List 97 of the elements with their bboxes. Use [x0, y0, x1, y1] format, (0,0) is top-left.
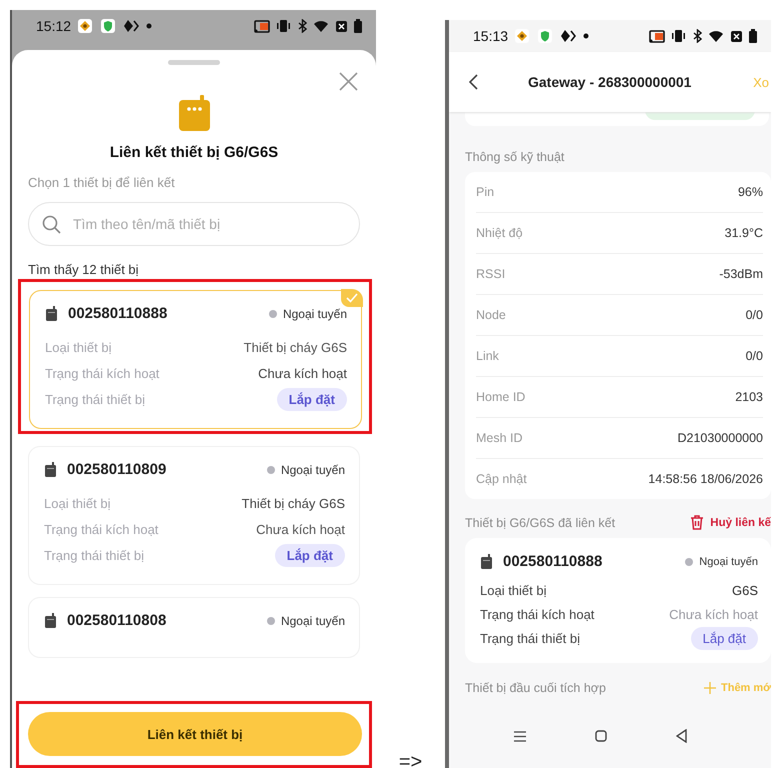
- wifi-icon: [708, 29, 724, 43]
- sim-icon: [335, 19, 348, 33]
- field-label: Trạng thái kích hoạt: [44, 522, 158, 536]
- back-icon[interactable]: [469, 74, 478, 90]
- device-card[interactable]: 002580110809 Ngoại tuyến Loại thiết bị Thiết bị cháy G6S Trạng thái kích hoạt Chưa kích hoạt Trạng thái thiết bị Lắp đặt: [28, 446, 360, 585]
- device-status: Ngoại tuyến: [280, 614, 345, 628]
- spec-value: 96%: [738, 185, 763, 199]
- trash-icon: [690, 515, 704, 530]
- section-title: Thiết bị G6/G6S đã liên kết: [465, 516, 616, 530]
- spec-label: Mesh ID: [476, 431, 523, 445]
- instruction-text: Chọn 1 thiết bị để liên kết: [28, 175, 175, 190]
- spec-label: Cập nhật: [476, 472, 527, 486]
- field-value: Thiết bị cháy G6S: [244, 340, 347, 354]
- plus-icon: [704, 682, 716, 694]
- status-dot-icon: [685, 558, 694, 566]
- battery-icon: [749, 29, 757, 43]
- link-device-button[interactable]: Liên kết thiết bị: [28, 712, 362, 756]
- spec-value: -53dBm: [719, 267, 763, 281]
- dot-icon: [146, 23, 152, 29]
- device-code: 002580110888: [503, 553, 602, 570]
- device-code: 002580110808: [67, 612, 166, 629]
- device-status: Ngoại tuyến: [280, 462, 345, 476]
- device-icon: [178, 95, 210, 132]
- spec-label: Link: [476, 349, 499, 363]
- status-dot-icon: [266, 616, 275, 624]
- screen-title: Gateway - 268300000001: [528, 74, 692, 90]
- check-mark-icon: [346, 293, 358, 303]
- search-icon: [42, 215, 61, 234]
- spec-label: Node: [476, 308, 506, 322]
- spec-label: Pin: [476, 185, 494, 199]
- field-value: Chưa kích hoạt: [258, 366, 347, 380]
- unlink-button[interactable]: Huỷ liên kế: [690, 515, 771, 530]
- spec-label: Home ID: [476, 390, 526, 404]
- drag-handle[interactable]: [168, 60, 220, 65]
- result-count: Tìm thấy 12 thiết bị: [28, 262, 139, 277]
- spec-value: 0/0: [746, 308, 763, 322]
- field-label: Trạng thái kích hoạt: [480, 606, 594, 622]
- spec-value: 2103: [735, 390, 763, 404]
- vibrate-icon: [671, 29, 686, 43]
- vibrate-icon: [276, 19, 291, 33]
- search-field[interactable]: Tìm theo tên/mã thiết bị: [28, 202, 360, 246]
- spec-value: 31.9°C: [724, 226, 763, 240]
- app-icon: [514, 28, 530, 44]
- device-icon: [480, 554, 493, 569]
- spec-value: 0/0: [746, 349, 763, 363]
- wifi-icon: [313, 19, 329, 33]
- spec-value: 14:58:56 18/06/2026: [648, 472, 763, 486]
- status-time: 15:12: [36, 18, 72, 34]
- dot-icon: [583, 33, 590, 39]
- spec-value: D21030000000: [678, 431, 763, 445]
- device-status: Ngoại tuyến: [699, 556, 758, 568]
- device-card[interactable]: 002580110888 Ngoại tuyến Loại thiết bị Thiết bị cháy G6S Trạng thái kích hoạt Chưa kích hoạt Trạng thái thiết bị Lắp đặt: [29, 290, 362, 429]
- device-icon: [45, 306, 58, 321]
- section-title: Thiết bị đầu cuối tích hợp: [465, 681, 606, 695]
- battery-icon: [354, 19, 362, 33]
- diamond-icon: [123, 18, 140, 34]
- status-badge: Lắp đặt: [276, 388, 347, 410]
- field-label: Loại thiết bị: [45, 340, 112, 354]
- diamond-icon: [560, 28, 576, 44]
- field-label: Trạng thái thiết bị: [45, 392, 145, 406]
- device-code: 002580110809: [67, 461, 166, 478]
- field-label: Loại thiết bị: [480, 582, 546, 598]
- field-label: Trạng thái thiết bị: [480, 630, 580, 646]
- status-badge: Lắp đặt: [690, 626, 758, 650]
- field-value: Thiết bị cháy G6S: [242, 496, 345, 510]
- close-icon[interactable]: [339, 72, 358, 91]
- shield-icon: [537, 28, 554, 44]
- spec-label: Nhiệt độ: [476, 226, 523, 240]
- field-label: Loại thiết bị: [44, 496, 110, 510]
- field-label: Trạng thái kích hoạt: [45, 366, 160, 380]
- status-badge: Lắp đặt: [274, 544, 345, 566]
- device-card[interactable]: 002580110808 Ngoại tuyến: [28, 597, 360, 658]
- device-code: 002580110888: [68, 305, 168, 322]
- app-icon: [77, 18, 94, 34]
- status-dot-icon: [266, 466, 275, 474]
- section-title: Thông số kỹ thuật: [465, 150, 564, 164]
- sim-icon: [730, 29, 743, 43]
- cast-icon: [649, 29, 665, 43]
- field-value: G6S: [732, 582, 758, 598]
- field-value: Chưa kích hoạt: [256, 522, 345, 536]
- status-dot-icon: [268, 310, 277, 318]
- menu-icon[interactable]: [514, 730, 526, 742]
- field-label: Trạng thái thiết bị: [44, 548, 144, 562]
- status-time: 15:13: [473, 28, 508, 44]
- home-icon[interactable]: [594, 730, 606, 742]
- bluetooth-icon: [692, 29, 702, 43]
- field-value: Chưa kích hoạt: [669, 606, 758, 622]
- shield-icon: [100, 18, 116, 34]
- device-icon: [44, 462, 57, 477]
- spec-label: RSSI: [476, 267, 506, 281]
- device-icon: [44, 613, 57, 628]
- sheet-title: Liên kết thiết bị G6/G6S: [110, 144, 278, 161]
- bluetooth-icon: [297, 19, 307, 33]
- device-status: Ngoại tuyến: [282, 306, 347, 320]
- cast-icon: [254, 19, 270, 33]
- arrow-text: =>: [398, 752, 422, 768]
- back-icon[interactable]: [676, 729, 686, 743]
